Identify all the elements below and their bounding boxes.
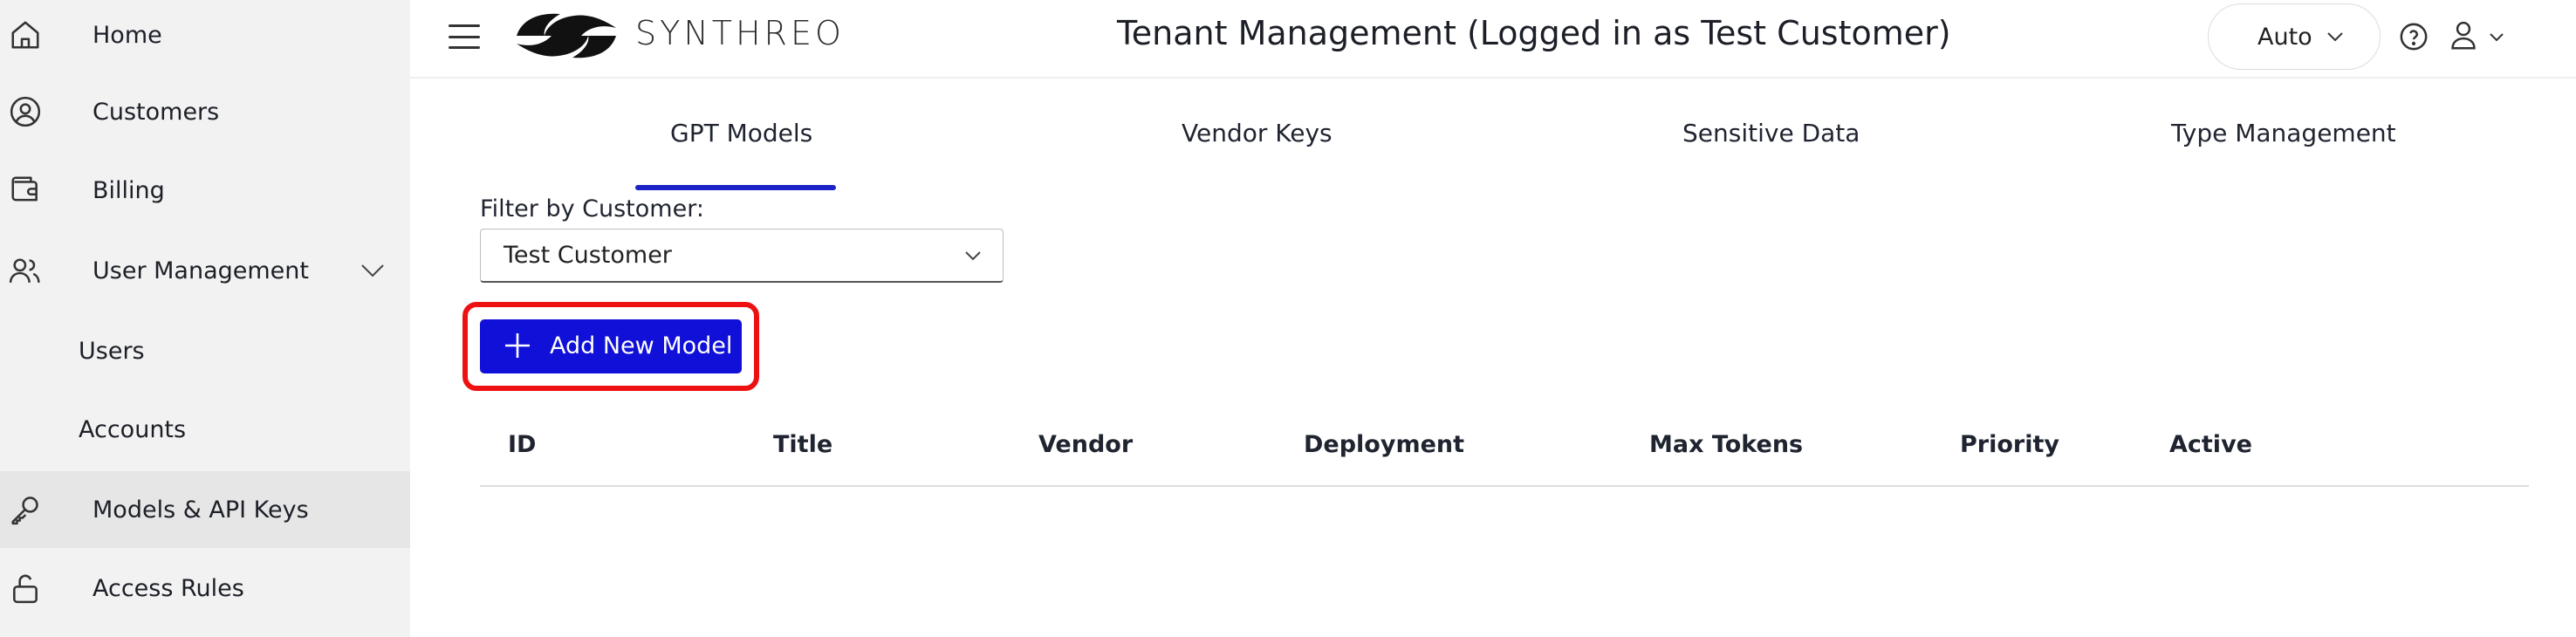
sidebar-item-billing[interactable]: Billing [0, 152, 410, 229]
page-title: Tenant Management (Logged in as Test Cus… [1117, 14, 1951, 52]
theme-select[interactable]: Auto [2208, 3, 2381, 70]
sidebar-item-label: Models & API Keys [92, 496, 309, 524]
sidebar-item-customers[interactable]: Customers [0, 73, 410, 150]
sidebar: Home Customers Billing User Management U… [0, 0, 410, 637]
column-header-active[interactable]: Active [2169, 431, 2252, 458]
chevron-down-icon [2322, 24, 2348, 50]
sidebar-item-home[interactable]: Home [0, 0, 410, 73]
sidebar-item-label: Users [79, 337, 145, 365]
sidebar-item-label: Home [92, 21, 162, 49]
home-icon [7, 17, 44, 53]
users-icon [7, 252, 44, 289]
user-menu-button[interactable] [2449, 17, 2518, 56]
column-header-deployment[interactable]: Deployment [1304, 431, 1464, 458]
column-header-max-tokens[interactable]: Max Tokens [1649, 431, 1803, 458]
chevron-down-icon [959, 242, 987, 270]
sidebar-item-models-api-keys[interactable]: Models & API Keys [0, 471, 410, 548]
column-header-id[interactable]: ID [508, 431, 536, 458]
sidebar-item-label: Customers [92, 98, 220, 126]
tab-gpt-models[interactable]: GPT Models [670, 119, 812, 147]
sidebar-item-label: Billing [92, 176, 165, 204]
sidebar-item-label: Accounts [79, 415, 187, 443]
add-new-model-label: Add New Model [550, 332, 733, 360]
customer-filter-select[interactable]: Test Customer [480, 229, 1004, 283]
sidebar-item-label: Access Rules [92, 574, 244, 602]
key-icon [7, 491, 44, 528]
active-tab-indicator [635, 185, 836, 190]
tab-vendor-keys[interactable]: Vendor Keys [1182, 119, 1333, 147]
user-circle-icon [7, 93, 44, 130]
wallet-icon [7, 172, 44, 209]
sidebar-item-users[interactable]: Users [0, 312, 410, 389]
sidebar-item-access-rules[interactable]: Access Rules [0, 550, 410, 627]
column-header-priority[interactable]: Priority [1960, 431, 2059, 458]
user-avatar-icon [2449, 19, 2478, 54]
menu-icon[interactable] [447, 21, 482, 52]
sidebar-item-accounts[interactable]: Accounts [0, 391, 410, 468]
table-divider [480, 485, 2529, 487]
chevron-down-icon [2489, 29, 2504, 45]
help-icon[interactable] [2396, 19, 2431, 54]
add-new-model-button[interactable]: Add New Model [480, 319, 742, 373]
theme-value: Auto [2257, 23, 2312, 51]
tab-sensitive-data[interactable]: Sensitive Data [1682, 119, 1860, 147]
brand-name: SYNTHREO [635, 14, 845, 52]
sidebar-item-label: User Management [92, 257, 309, 284]
chevron-down-icon[interactable] [358, 256, 387, 285]
top-header: SYNTHREO Tenant Management (Logged in as… [410, 0, 2576, 79]
tab-type-management[interactable]: Type Management [2171, 119, 2396, 147]
column-header-title[interactable]: Title [773, 431, 832, 458]
customer-filter-value: Test Customer [504, 242, 672, 269]
sidebar-item-user-management[interactable]: User Management [0, 232, 410, 309]
filter-label: Filter by Customer: [480, 195, 704, 223]
synthreo-logo [513, 7, 620, 65]
column-header-vendor[interactable]: Vendor [1038, 431, 1133, 458]
plus-icon [503, 331, 532, 360]
lock-icon [7, 570, 44, 606]
